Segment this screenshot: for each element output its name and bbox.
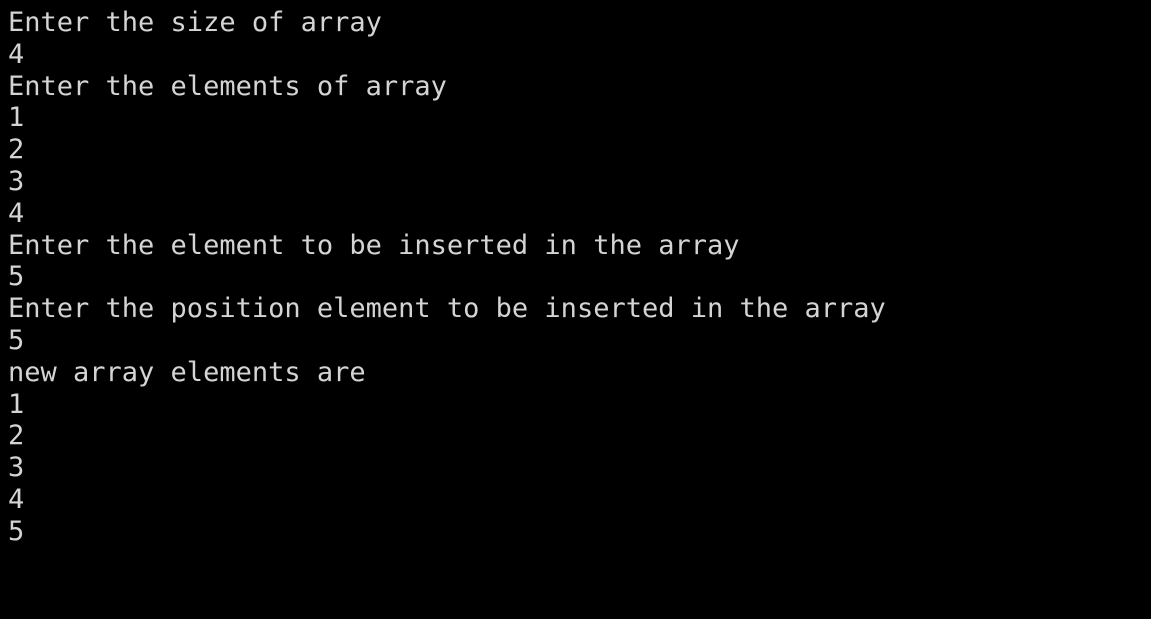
console-line: Enter the size of array xyxy=(8,7,382,38)
console-line: 4 xyxy=(8,38,25,70)
console-line: Enter the elements of array xyxy=(8,70,447,102)
console-line: 4 xyxy=(8,197,25,229)
console-line: 2 xyxy=(8,420,25,452)
console-line: 5 xyxy=(8,261,25,293)
console-window[interactable]: Enter the size of array 4 Enter the elem… xyxy=(0,0,1151,619)
console-line: Enter the position element to be inserte… xyxy=(8,293,886,325)
console-line: 5 xyxy=(8,324,25,356)
console-line: new array elements are xyxy=(8,356,366,388)
console-line: 1 xyxy=(8,102,25,134)
console-line: Enter the element to be inserted in the … xyxy=(8,229,740,261)
console-line: 1 xyxy=(8,388,25,420)
console-output: Enter the size of array 4 Enter the elem… xyxy=(8,7,886,548)
console-line: 2 xyxy=(8,134,25,166)
console-line: 3 xyxy=(8,165,25,197)
console-line: 3 xyxy=(8,452,25,484)
console-line: 4 xyxy=(8,483,25,515)
console-line: 5 xyxy=(8,515,25,547)
